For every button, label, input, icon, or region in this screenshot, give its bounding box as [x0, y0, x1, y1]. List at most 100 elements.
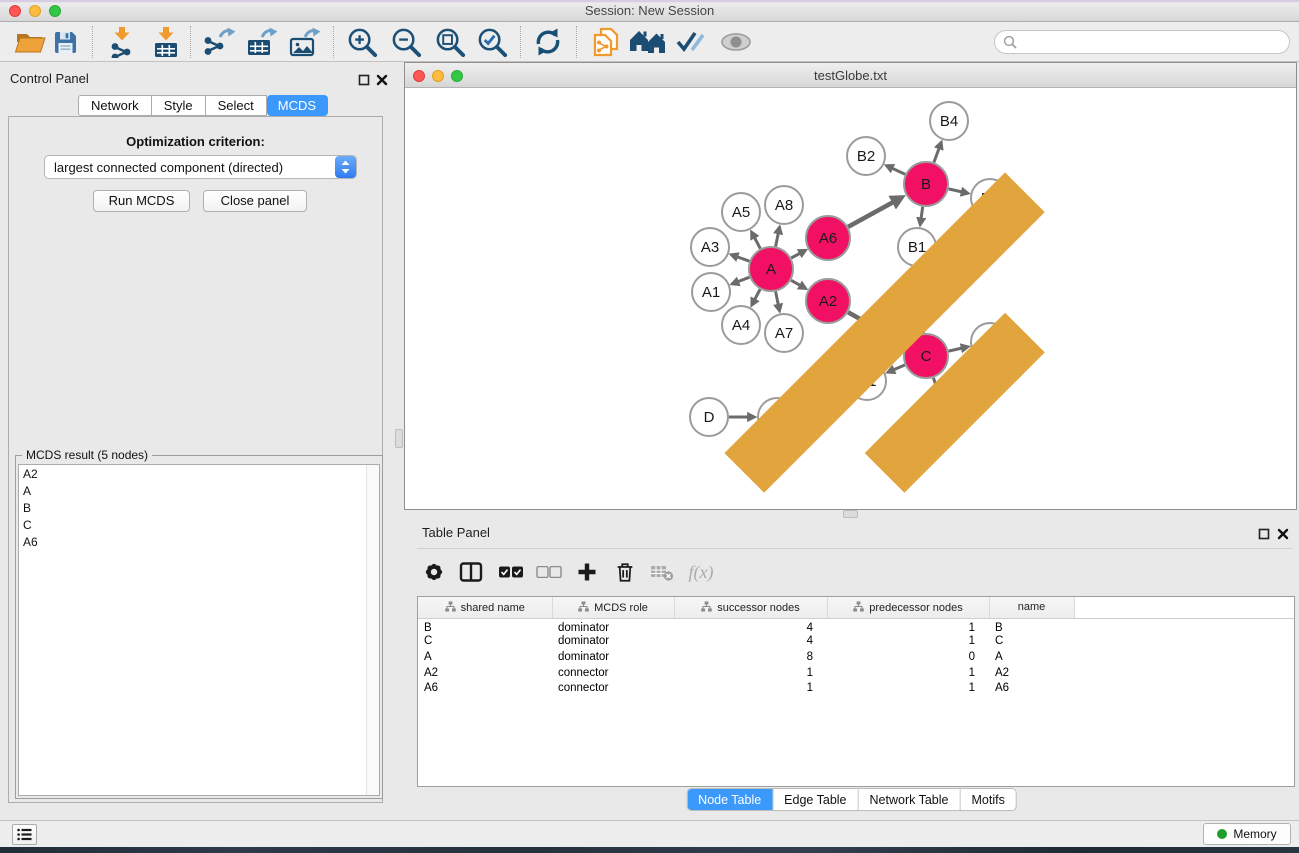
cell-name[interactable]: A: [989, 649, 1074, 665]
cell-successor-nodes[interactable]: 1: [674, 665, 827, 681]
float-table-panel-icon[interactable]: [1258, 527, 1270, 539]
cell-name[interactable]: A2: [989, 665, 1074, 681]
cell-successor-nodes[interactable]: 8: [674, 649, 827, 665]
home-button[interactable]: [628, 24, 668, 60]
add-column-button[interactable]: [569, 557, 605, 587]
cell-shared-name[interactable]: A: [418, 649, 552, 665]
network-minimize-button[interactable]: [432, 70, 444, 82]
close-panel-button[interactable]: Close panel: [203, 190, 307, 212]
minimize-window-button[interactable]: [29, 5, 41, 17]
cell-predecessor-nodes[interactable]: 1: [827, 618, 989, 634]
cell-shared-name[interactable]: B: [418, 618, 552, 634]
eye-button[interactable]: [716, 24, 756, 60]
cell-successor-nodes[interactable]: 1: [674, 680, 827, 696]
attribute-tree-icon: [853, 601, 864, 612]
close-window-button[interactable]: [9, 5, 21, 17]
column-header-label: successor nodes: [717, 602, 800, 614]
column-header-mcds-role[interactable]: MCDS role: [552, 597, 674, 618]
horizontal-splitter-handle[interactable]: [843, 510, 858, 518]
network-zoom-button[interactable]: [451, 70, 463, 82]
tab-edge-table[interactable]: Edge Table: [772, 789, 857, 810]
cell-predecessor-nodes[interactable]: 0: [827, 649, 989, 665]
table-row-A6[interactable]: A6connector11A6: [418, 680, 1294, 696]
result-list-item[interactable]: A: [19, 482, 379, 499]
tab-mcds[interactable]: MCDS: [267, 95, 328, 116]
cell-name[interactable]: C: [989, 634, 1074, 650]
export-network-button[interactable]: [200, 24, 240, 60]
result-list-item[interactable]: B: [19, 499, 379, 516]
tab-network[interactable]: Network: [78, 95, 152, 116]
tab-style[interactable]: Style: [152, 95, 206, 116]
function-builder-button[interactable]: f(x): [683, 557, 719, 587]
cell-shared-name[interactable]: C: [418, 634, 552, 650]
network-window-titlebar: testGlobe.txt: [405, 63, 1296, 88]
search-field[interactable]: [994, 30, 1290, 54]
zoom-selected-button[interactable]: [472, 24, 512, 60]
result-list-item[interactable]: A6: [19, 533, 379, 550]
tab-network-table[interactable]: Network Table: [858, 789, 960, 810]
tab-motifs[interactable]: Motifs: [959, 789, 1015, 810]
select-all-button[interactable]: [493, 557, 529, 587]
search-input[interactable]: [1022, 35, 1289, 49]
zoom-in-button[interactable]: [342, 24, 382, 60]
table-row-A[interactable]: Adominator80A: [418, 649, 1294, 665]
run-mcds-button[interactable]: Run MCDS: [93, 190, 190, 212]
duplicate-network-button[interactable]: [586, 24, 626, 60]
zoom-fit-button[interactable]: [430, 24, 470, 60]
delete-table-button[interactable]: [644, 557, 680, 587]
cell-name[interactable]: A6: [989, 680, 1074, 696]
column-header-successor-nodes[interactable]: successor nodes: [674, 597, 827, 618]
cell-predecessor-nodes[interactable]: 1: [827, 680, 989, 696]
show-hide-graphics-button[interactable]: [670, 24, 710, 60]
table-mode-button[interactable]: [453, 557, 489, 587]
cell-successor-nodes[interactable]: 4: [674, 634, 827, 650]
column-header-shared-name[interactable]: shared name: [418, 597, 552, 618]
column-header-name[interactable]: name: [989, 597, 1074, 618]
save-session-button[interactable]: [45, 24, 85, 60]
result-list-item[interactable]: C: [19, 516, 379, 533]
cell-shared-name[interactable]: A2: [418, 665, 552, 681]
cell-name[interactable]: B: [989, 618, 1074, 634]
result-list-item[interactable]: A2: [19, 465, 379, 482]
delete-column-button[interactable]: [607, 557, 643, 587]
deselect-all-button[interactable]: [531, 557, 567, 587]
tab-node-table[interactable]: Node Table: [687, 789, 772, 810]
zoom-out-button[interactable]: [386, 24, 426, 60]
cell-shared-name[interactable]: A6: [418, 680, 552, 696]
cell-mcds-role[interactable]: connector: [552, 665, 674, 681]
cell-mcds-role[interactable]: connector: [552, 680, 674, 696]
float-panel-icon[interactable]: [358, 73, 370, 85]
import-network-button[interactable]: [102, 24, 142, 60]
open-session-button[interactable]: [10, 24, 50, 60]
resize-grip-icon[interactable]: [404, 87, 1295, 508]
cell-predecessor-nodes[interactable]: 1: [827, 634, 989, 650]
result-list-scrollbar[interactable]: [366, 465, 379, 795]
criterion-dropdown[interactable]: largest connected component (directed): [44, 155, 357, 179]
cell-successor-nodes[interactable]: 4: [674, 618, 827, 634]
table-settings-button[interactable]: [416, 557, 452, 587]
zoom-fit-icon: [434, 26, 467, 59]
table-row-C[interactable]: Cdominator41C: [418, 634, 1294, 650]
cell-mcds-role[interactable]: dominator: [552, 618, 674, 634]
tab-select[interactable]: Select: [206, 95, 267, 116]
close-panel-icon[interactable]: [376, 73, 388, 85]
vertical-splitter-handle[interactable]: [395, 429, 403, 448]
cell-mcds-role[interactable]: dominator: [552, 634, 674, 650]
memory-status-icon: [1217, 829, 1227, 839]
network-canvas[interactable]: AA1A2A3A4A5A6A7A8BB1B2B3B4CC1C2C3C4DD1: [405, 88, 1296, 509]
export-image-button[interactable]: [285, 24, 325, 60]
table-row-A2[interactable]: A2connector11A2: [418, 665, 1294, 681]
column-header-predecessor-nodes[interactable]: predecessor nodes: [827, 597, 989, 618]
table-row-B[interactable]: Bdominator41B: [418, 618, 1294, 634]
refresh-button[interactable]: [528, 24, 568, 60]
cell-predecessor-nodes[interactable]: 1: [827, 665, 989, 681]
export-table-button[interactable]: [242, 24, 282, 60]
close-table-panel-icon[interactable]: [1277, 527, 1289, 539]
zoom-window-button[interactable]: [49, 5, 61, 17]
task-history-button[interactable]: [12, 824, 37, 845]
import-table-button[interactable]: [146, 24, 186, 60]
mcds-result-list[interactable]: A2ABCA6: [18, 464, 380, 796]
network-close-button[interactable]: [413, 70, 425, 82]
memory-button[interactable]: Memory: [1203, 823, 1291, 845]
cell-mcds-role[interactable]: dominator: [552, 649, 674, 665]
